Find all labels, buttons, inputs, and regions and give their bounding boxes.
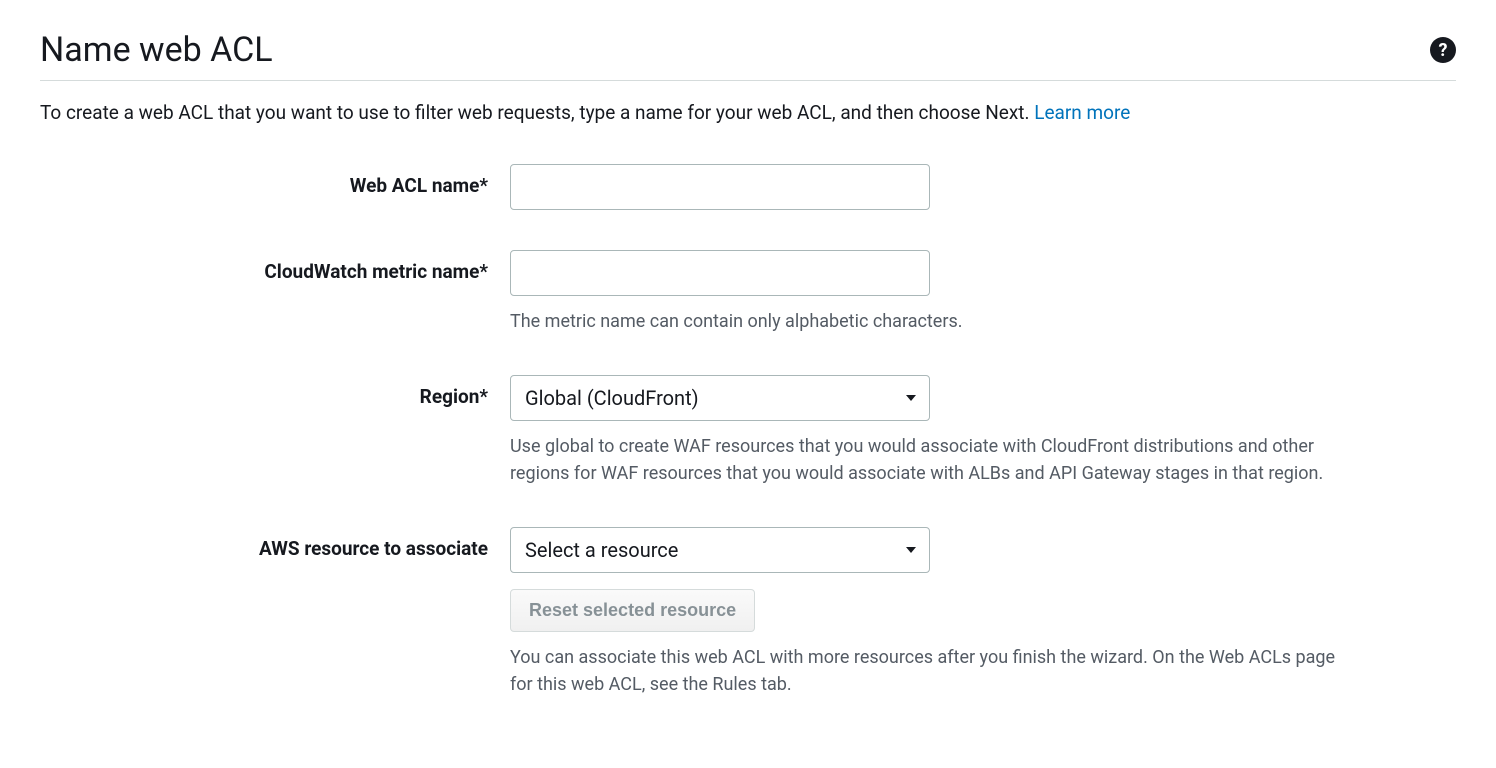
aws-resource-select-value: Select a resource (525, 538, 678, 562)
page-title: Name web ACL (40, 30, 273, 70)
learn-more-link[interactable]: Learn more (1034, 101, 1130, 124)
help-icon[interactable]: ? (1430, 37, 1456, 63)
intro-text-body: To create a web ACL that you want to use… (40, 101, 1034, 124)
intro-text: To create a web ACL that you want to use… (40, 101, 1456, 124)
cloudwatch-metric-input[interactable] (510, 250, 930, 296)
region-helper: Use global to create WAF resources that … (510, 433, 1350, 487)
region-select-value: Global (CloudFront) (525, 386, 699, 410)
region-select[interactable]: Global (CloudFront) (510, 375, 930, 421)
aws-resource-select[interactable]: Select a resource (510, 527, 930, 573)
cloudwatch-metric-helper: The metric name can contain only alphabe… (510, 308, 1350, 335)
web-acl-name-input[interactable] (510, 164, 930, 210)
aws-resource-label: AWS resource to associate (40, 527, 510, 560)
region-label: Region* (40, 375, 510, 408)
web-acl-name-label: Web ACL name* (40, 164, 510, 197)
reset-selected-resource-button[interactable]: Reset selected resource (510, 589, 755, 632)
aws-resource-helper: You can associate this web ACL with more… (510, 644, 1350, 698)
cloudwatch-metric-label: CloudWatch metric name* (40, 250, 510, 283)
